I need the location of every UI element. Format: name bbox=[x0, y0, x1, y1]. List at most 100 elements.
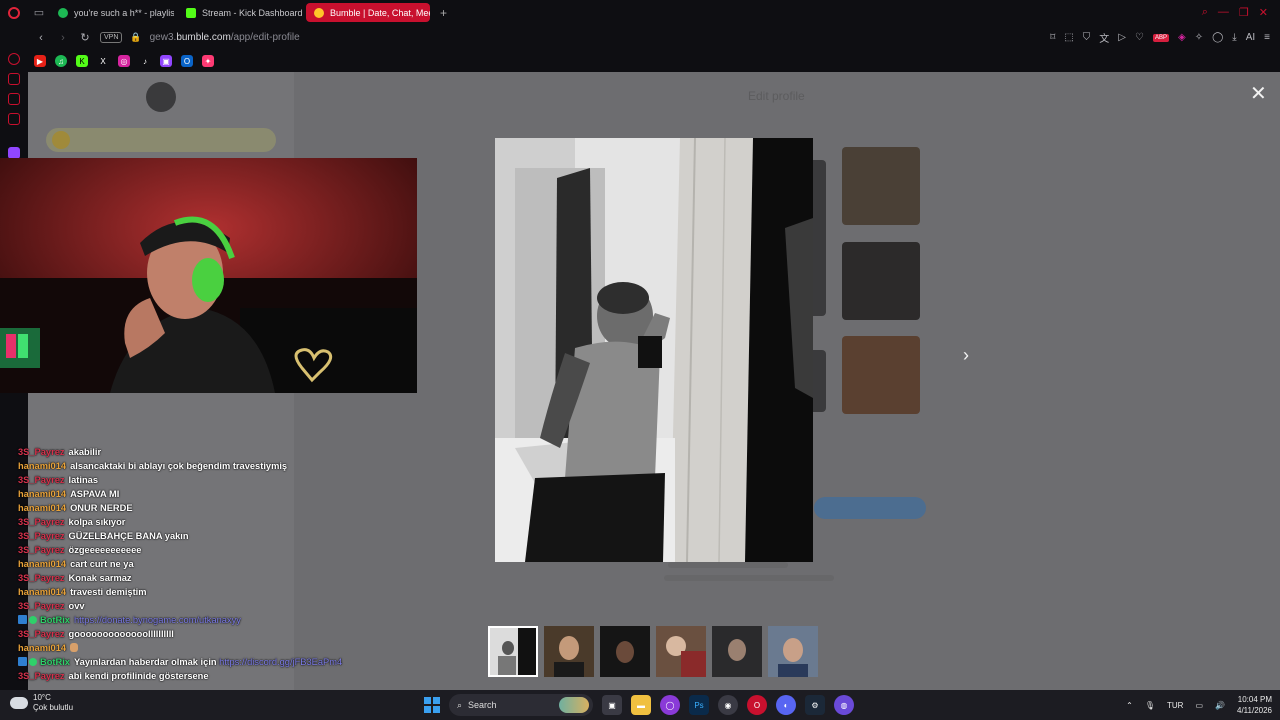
chat-message: BotRix https://donate.bynogame.com/utkana… bbox=[18, 613, 488, 627]
chat-message: hanami014 travesti demiştim bbox=[18, 587, 147, 597]
photo-thumbnail[interactable] bbox=[544, 626, 594, 677]
bookmarks-bar: ▶ ♫ K X ◎ ♪ ▣ O ✦ bbox=[28, 50, 1280, 72]
app-violet-icon[interactable]: ◍ bbox=[834, 695, 854, 715]
shopping-icon[interactable] bbox=[8, 73, 20, 85]
twitch-icon[interactable]: ▣ bbox=[160, 55, 172, 67]
calendar-icon[interactable] bbox=[8, 113, 20, 125]
photo-thumbnail[interactable] bbox=[712, 626, 762, 677]
plus-icon[interactable]: + bbox=[434, 6, 453, 20]
restore-icon[interactable]: ❐ bbox=[1239, 6, 1249, 19]
chat-message: 3S_Payrez GÜZELBAHÇE BANA yakın bbox=[18, 531, 189, 541]
tab-menu-icon[interactable]: ▭ bbox=[28, 0, 50, 25]
task-view-icon[interactable]: ▣ bbox=[602, 695, 622, 715]
chevron-right-icon[interactable]: › bbox=[963, 346, 969, 364]
photo-thumbnail-strip bbox=[488, 626, 818, 677]
photo-thumbnail[interactable] bbox=[768, 626, 818, 677]
heart-icon[interactable]: ♡ bbox=[1135, 32, 1144, 43]
close-icon[interactable]: ✕ bbox=[1250, 84, 1267, 104]
ai-button[interactable]: AI bbox=[1246, 32, 1255, 43]
translate-icon[interactable]: 文 bbox=[1099, 30, 1109, 45]
search-label: Search bbox=[468, 700, 497, 710]
bumble-icon bbox=[314, 7, 324, 18]
profile-photo-large bbox=[495, 138, 813, 562]
spotify-icon[interactable]: ♫ bbox=[55, 55, 67, 67]
download-icon[interactable]: ⤓ bbox=[1232, 32, 1236, 43]
streamer-camera-image bbox=[0, 158, 417, 393]
steam-icon[interactable]: ⚙ bbox=[805, 695, 825, 715]
extension-icon[interactable]: ◈ bbox=[1178, 32, 1186, 43]
minimize-icon[interactable]: — bbox=[1218, 6, 1229, 19]
chevron-up-icon[interactable]: ⌃ bbox=[1126, 701, 1133, 710]
search-icon[interactable]: ⌕ bbox=[1202, 6, 1208, 19]
vpn-badge[interactable]: VPN bbox=[100, 32, 123, 43]
bot-badge-icon bbox=[18, 615, 27, 624]
page-title: Edit profile bbox=[748, 89, 805, 103]
ghost-text-line bbox=[668, 562, 788, 568]
play-icon[interactable]: ▷ bbox=[1118, 32, 1126, 43]
adblock-icon[interactable]: ABP bbox=[1152, 33, 1169, 42]
clock[interactable]: 10:04 PM 4/11/2026 bbox=[1237, 694, 1272, 716]
tab-bumble[interactable]: Bumble | Date, Chat, Meet bbox=[306, 3, 430, 22]
extensions-toolbar: ⌑ ⬚ ⛉ 文 ▷ ♡ ABP ◈ ✧ ◯ ⤓ AI ≡ bbox=[1050, 30, 1280, 45]
microphone-icon[interactable]: 🎙 bbox=[1145, 701, 1155, 710]
kick-icon bbox=[186, 7, 196, 18]
profile-grid-photo bbox=[842, 147, 920, 225]
chat-message: 3S_Payrez akabilir bbox=[18, 447, 102, 457]
photo-thumbnail[interactable] bbox=[656, 626, 706, 677]
shield-icon[interactable]: ⛉ bbox=[1083, 32, 1091, 43]
reload-icon[interactable]: ↻ bbox=[78, 31, 92, 44]
network-icon[interactable]: ▭ bbox=[1195, 701, 1203, 710]
chat-message: 3S_Payrez latinas bbox=[18, 475, 98, 485]
file-explorer-icon[interactable]: ▬ bbox=[631, 695, 651, 715]
bot-badge-icon bbox=[18, 657, 27, 666]
close-window-icon[interactable]: ✕ bbox=[1259, 6, 1268, 19]
discord-icon[interactable]: ◐ bbox=[776, 695, 796, 715]
tinder-icon[interactable]: ✦ bbox=[202, 55, 214, 67]
snapshot-icon[interactable]: ⬚ bbox=[1064, 32, 1073, 43]
photoshop-icon[interactable]: Ps bbox=[689, 695, 709, 715]
youtube-icon[interactable]: ▶ bbox=[34, 55, 46, 67]
chat-message: 3S_Payrez Konak sarmaz bbox=[18, 573, 132, 583]
chat-link[interactable]: https://discord.gg/jFB3EaPm4 bbox=[219, 657, 342, 667]
chat-message: 3S_Payrez özgeeeeeeeeeee bbox=[18, 545, 142, 555]
profile-icon[interactable]: ◯ bbox=[1212, 32, 1223, 43]
app-purple-icon[interactable]: ◯ bbox=[660, 695, 680, 715]
verified-badge-icon bbox=[29, 658, 37, 666]
weather-widget[interactable]: 10°C Çok bulutlu bbox=[10, 693, 73, 713]
weather-desc: Çok bulutlu bbox=[33, 703, 74, 712]
photo-thumbnail[interactable] bbox=[488, 626, 538, 677]
puzzle-icon[interactable]: ✧ bbox=[1195, 32, 1203, 43]
messenger-icon[interactable] bbox=[8, 93, 20, 105]
kick-icon[interactable]: K bbox=[76, 55, 88, 67]
language-indicator[interactable]: TUR bbox=[1167, 701, 1183, 710]
tiktok-icon[interactable]: ♪ bbox=[139, 55, 151, 67]
tab-kick-dashboard[interactable]: Stream - Kick Dashboard bbox=[178, 3, 302, 22]
forward-icon[interactable]: › bbox=[56, 32, 70, 44]
opera-icon[interactable]: O bbox=[747, 695, 767, 715]
opera-logo-icon[interactable] bbox=[0, 0, 28, 25]
taskbar-search[interactable]: ⌕ Search bbox=[449, 694, 593, 716]
url-field[interactable]: gew3.bumble.com/app/edit-profile bbox=[150, 32, 300, 43]
bookmark-icon[interactable]: ⌑ bbox=[1050, 32, 1055, 43]
tab-playlist[interactable]: you're such a h** - playlist bbox=[50, 3, 174, 22]
outlook-icon[interactable]: O bbox=[181, 55, 193, 67]
menu-icon[interactable]: ≡ bbox=[1264, 32, 1270, 43]
volume-icon[interactable]: 🔊 bbox=[1215, 701, 1225, 710]
back-icon[interactable]: ‹ bbox=[34, 32, 48, 44]
tab-label: Bumble | Date, Chat, Meet bbox=[330, 7, 430, 18]
x-icon[interactable]: X bbox=[97, 55, 109, 67]
start-icon[interactable] bbox=[424, 697, 440, 713]
instagram-icon[interactable]: ◎ bbox=[118, 55, 130, 67]
chat-message: 3S_Payrez kolpa sıkıyor bbox=[18, 517, 126, 527]
history-icon[interactable] bbox=[8, 53, 20, 65]
tab-label: you're such a h** - playlist bbox=[74, 7, 174, 18]
system-tray: ⌃ 🎙 TUR ▭ 🔊 10:04 PM 4/11/2026 bbox=[1126, 692, 1272, 718]
lock-icon[interactable]: 🔒 bbox=[130, 32, 141, 43]
search-icon: ⌕ bbox=[457, 699, 463, 710]
photo-thumbnail[interactable] bbox=[600, 626, 650, 677]
chat-link[interactable]: https://donate.bynogame.com/utkanaxyy bbox=[74, 615, 241, 625]
premium-pill bbox=[46, 128, 276, 152]
chrome-icon[interactable]: ◉ bbox=[718, 695, 738, 715]
tab-label: Stream - Kick Dashboard bbox=[202, 7, 302, 18]
window-controls: ⌕ — ❐ ✕ bbox=[1202, 6, 1280, 19]
